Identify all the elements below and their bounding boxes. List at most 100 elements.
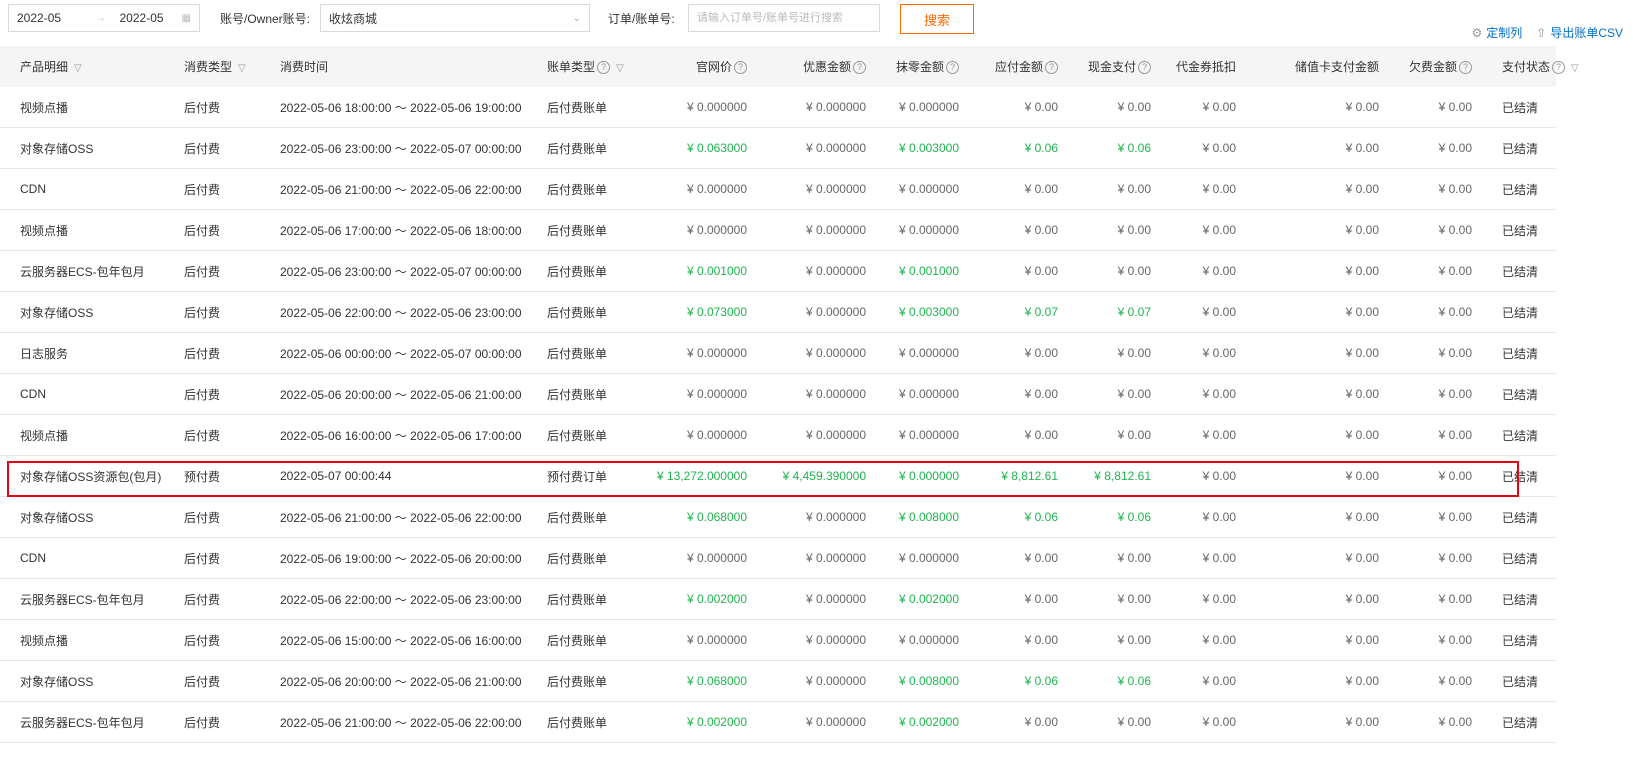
table-row: CDN 后付费 2022-05-06 21:00:00 ～ 2022-05-06 2… (0, 168, 1556, 210)
table-row: 对象存储OSS 后付费 2022-05-06 21:00:00 ～ 2022-05-… (0, 496, 1556, 538)
cell-payable: ¥ 0.07 (967, 291, 1066, 333)
cell-card: ¥ 0.00 (1244, 209, 1387, 251)
cell-type: 后付费 (163, 291, 259, 333)
col-owed: 欠费金额? (1387, 46, 1480, 87)
cell-time: 2022-05-06 21:00:00 ～ 2022-05-06 22:00:0… (259, 701, 525, 743)
cell-owed: ¥ 0.00 (1387, 250, 1480, 292)
help-icon[interactable]: ? (734, 61, 747, 75)
cell-card: ¥ 0.00 (1244, 291, 1387, 333)
cell-owed: ¥ 0.00 (1387, 332, 1480, 374)
cell-product: 视频点播 (0, 414, 163, 456)
cell-discount: ¥ 0.000000 (755, 291, 874, 333)
cell-discount: ¥ 0.000000 (755, 578, 874, 620)
filter-icon[interactable]: ▽ (616, 63, 624, 74)
cell-discount: ¥ 0.000000 (755, 87, 874, 128)
cell-cash: ¥ 0.00 (1066, 701, 1159, 743)
filter-icon[interactable]: ▽ (238, 63, 246, 74)
cell-voucher: ¥ 0.00 (1159, 87, 1244, 128)
cell-status: 已结清 (1480, 87, 1556, 128)
cell-discount: ¥ 4,459.390000 (755, 455, 874, 497)
cell-rounding: ¥ 0.000000 (874, 619, 967, 661)
cell-card: ¥ 0.00 (1244, 660, 1387, 702)
cell-list: ¥ 13,272.000000 (630, 455, 755, 497)
cell-card: ¥ 0.00 (1244, 332, 1387, 374)
cell-list: ¥ 0.000000 (630, 414, 755, 456)
help-icon[interactable]: ? (1459, 61, 1472, 75)
cell-list: ¥ 0.000000 (630, 87, 755, 128)
col-pay-status[interactable]: 支付状态? ▽ (1480, 46, 1579, 87)
cell-type: 后付费 (163, 250, 259, 292)
col-bill-type[interactable]: 账单类型? ▽ (525, 46, 630, 87)
help-icon[interactable]: ? (1045, 61, 1058, 75)
table-row: 日志服务 后付费 2022-05-06 00:00:00 ～ 2022-05-07 … (0, 332, 1556, 374)
cell-discount: ¥ 0.000000 (755, 701, 874, 743)
cell-bill: 后付费账单 (525, 209, 630, 251)
cell-cash: ¥ 0.00 (1066, 168, 1159, 210)
cell-payable: ¥ 0.00 (967, 250, 1066, 292)
order-label: 订单/账单号: (608, 12, 675, 26)
cell-payable: ¥ 0.00 (967, 619, 1066, 661)
cell-bill: 后付费账单 (525, 578, 630, 620)
cell-owed: ¥ 0.00 (1387, 168, 1480, 210)
help-icon[interactable]: ? (1552, 61, 1566, 75)
cell-product: 视频点播 (0, 209, 163, 251)
cell-rounding: ¥ 0.000000 (874, 87, 967, 128)
help-icon[interactable]: ? (1138, 61, 1151, 75)
filter-icon[interactable]: ▽ (74, 63, 82, 74)
cell-time: 2022-05-06 22:00:00 ～ 2022-05-06 23:00:0… (259, 291, 525, 333)
date-range-picker[interactable]: 2022-05 → 2022-05 ▦ (8, 4, 200, 32)
col-rounding: 抹零金额? (874, 46, 967, 87)
col-consume-type[interactable]: 消费类型 ▽ (163, 46, 259, 87)
cell-discount: ¥ 0.000000 (755, 619, 874, 661)
cell-time: 2022-05-06 00:00:00 ～ 2022-05-07 00:00:0… (259, 332, 525, 374)
cell-voucher: ¥ 0.00 (1159, 455, 1244, 497)
cell-list: ¥ 0.000000 (630, 332, 755, 374)
cell-rounding: ¥ 0.000000 (874, 168, 967, 210)
export-csv-link[interactable]: ⇧ 导出账单CSV (1536, 24, 1623, 41)
cell-time: 2022-05-06 21:00:00 ～ 2022-05-06 22:00:0… (259, 496, 525, 538)
cell-list: ¥ 0.000000 (630, 619, 755, 661)
order-search-input[interactable] (688, 4, 880, 32)
cell-product: 云服务器ECS-包年包月 (0, 701, 163, 743)
cell-status: 已结清 (1480, 660, 1556, 702)
account-select[interactable]: 收炫商城 ⌄ (320, 4, 590, 32)
cell-cash: ¥ 0.00 (1066, 537, 1159, 579)
cell-owed: ¥ 0.00 (1387, 373, 1480, 415)
cell-rounding: ¥ 0.000000 (874, 332, 967, 374)
cell-status: 已结清 (1480, 373, 1556, 415)
filter-icon[interactable]: ▽ (1571, 63, 1579, 74)
col-stored-card: 储值卡支付金额 (1244, 46, 1387, 87)
help-icon[interactable]: ? (853, 61, 866, 75)
cell-discount: ¥ 0.000000 (755, 209, 874, 251)
help-icon[interactable]: ? (597, 61, 611, 75)
cell-rounding: ¥ 0.002000 (874, 701, 967, 743)
search-button[interactable]: 搜索 (900, 4, 974, 34)
cell-bill: 后付费账单 (525, 414, 630, 456)
cell-time: 2022-05-06 23:00:00 ～ 2022-05-07 00:00:0… (259, 250, 525, 292)
cell-rounding: ¥ 0.001000 (874, 250, 967, 292)
cell-product: CDN (0, 537, 163, 579)
col-product[interactable]: 产品明细 ▽ (0, 46, 163, 87)
table-row: 云服务器ECS-包年包月 后付费 2022-05-06 22:00:00 ～ 202… (0, 578, 1556, 620)
cell-payable: ¥ 0.06 (967, 496, 1066, 538)
cell-voucher: ¥ 0.00 (1159, 332, 1244, 374)
help-icon[interactable]: ? (946, 61, 959, 75)
cell-rounding: ¥ 0.008000 (874, 660, 967, 702)
cell-owed: ¥ 0.00 (1387, 660, 1480, 702)
cell-list: ¥ 0.000000 (630, 537, 755, 579)
cell-cash: ¥ 0.00 (1066, 578, 1159, 620)
cell-owed: ¥ 0.00 (1387, 127, 1480, 169)
cell-owed: ¥ 0.00 (1387, 701, 1480, 743)
cell-card: ¥ 0.00 (1244, 496, 1387, 538)
cell-rounding: ¥ 0.003000 (874, 291, 967, 333)
col-discount: 优惠金额? (755, 46, 874, 87)
cell-cash: ¥ 0.07 (1066, 291, 1159, 333)
cell-payable: ¥ 0.00 (967, 578, 1066, 620)
cell-product: 对象存储OSS (0, 127, 163, 169)
cell-time: 2022-05-06 21:00:00 ～ 2022-05-06 22:00:0… (259, 168, 525, 210)
cell-bill: 后付费账单 (525, 660, 630, 702)
account-select-value: 收炫商城 (329, 11, 378, 26)
customize-columns-link[interactable]: ⚙ 定制列 (1471, 24, 1522, 41)
col-payable: 应付金额? (967, 46, 1066, 87)
cell-payable: ¥ 8,812.61 (967, 455, 1066, 497)
